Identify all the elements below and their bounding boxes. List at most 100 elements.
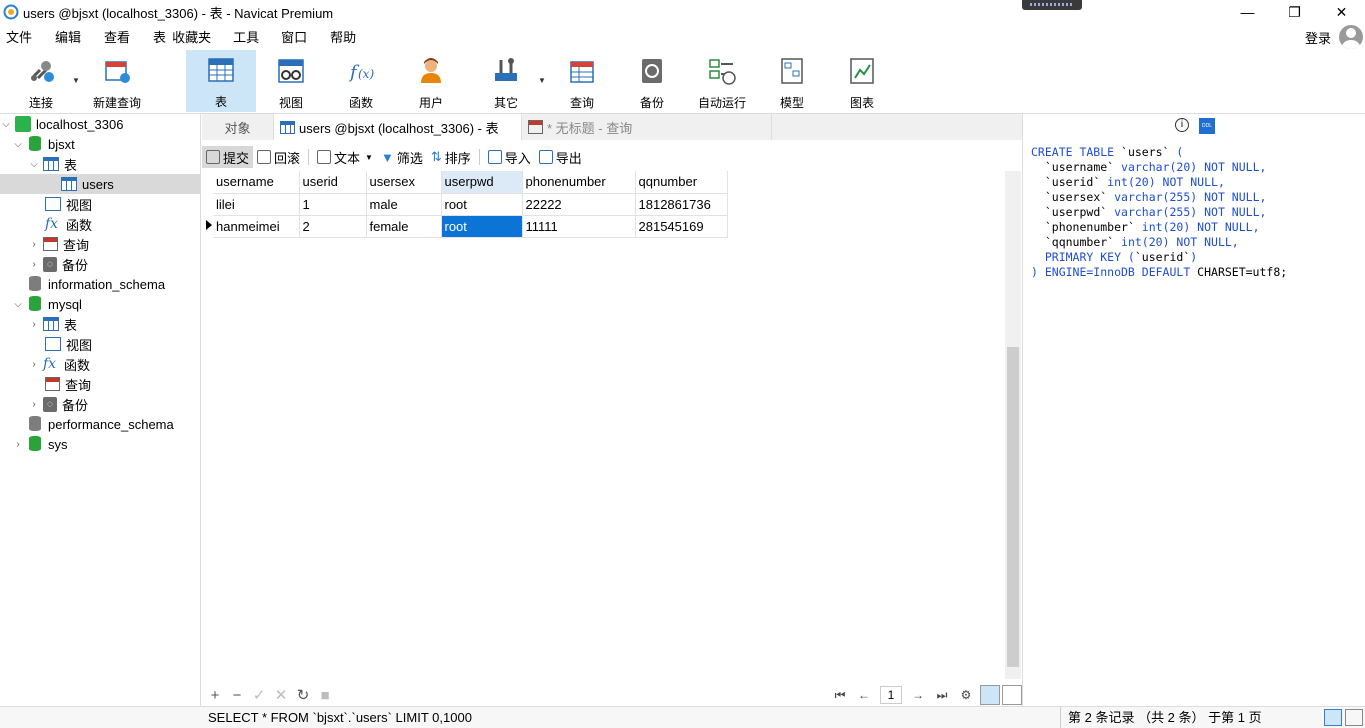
toolbar-query-button[interactable]: 查询 bbox=[549, 51, 615, 111]
expand-arrow-icon[interactable]: › bbox=[28, 359, 40, 370]
tree-item-bjsxt-backups[interactable]: › ◌ 备份 bbox=[0, 254, 200, 274]
table-row[interactable]: hanmeimei 2 female root 11111 281545169 bbox=[213, 215, 728, 238]
import-button[interactable]: 导入 bbox=[484, 146, 535, 168]
toolbar-user-button[interactable]: 用户 bbox=[398, 51, 464, 111]
toolbar-other-button[interactable]: 其它 bbox=[473, 51, 539, 111]
table-cell[interactable]: 281545169 bbox=[635, 215, 728, 238]
last-page-icon[interactable]: ⏭ bbox=[930, 688, 954, 703]
expand-arrow-icon[interactable]: › bbox=[28, 239, 40, 250]
collapse-arrow-icon[interactable]: ⌵ bbox=[28, 159, 40, 170]
menu-edit[interactable]: 编辑 bbox=[49, 27, 87, 46]
tree-item-bjsxt-functions[interactable]: fx 函数 bbox=[0, 214, 200, 234]
sort-button[interactable]: ⇅ 排序 bbox=[427, 146, 475, 168]
tree-item-bjsxt-views[interactable]: 视图 bbox=[0, 194, 200, 214]
tree-item-bjsxt[interactable]: ⌵ bjsxt bbox=[0, 134, 200, 154]
grid-view-icon[interactable] bbox=[980, 685, 1000, 705]
table-cell[interactable]: 2 bbox=[299, 215, 367, 238]
toolbar-table-button[interactable]: 表 bbox=[186, 50, 256, 112]
table-cell[interactable]: male bbox=[366, 193, 442, 216]
filter-button[interactable]: ▼ 筛选 bbox=[377, 146, 427, 168]
toolbar-connect-button[interactable]: 连接 bbox=[8, 51, 74, 111]
column-header-phonenumber[interactable]: phonenumber bbox=[522, 171, 636, 194]
tree-item-mysql[interactable]: ⌵ mysql bbox=[0, 294, 200, 314]
tree-item-performance-schema[interactable]: performance_schema bbox=[0, 414, 200, 434]
tree-item-bjsxt-tables[interactable]: ⌵ 表 bbox=[0, 154, 200, 174]
tree-item-bjsxt-queries[interactable]: › 查询 bbox=[0, 234, 200, 254]
text-button[interactable]: 文本 ▼ bbox=[313, 146, 377, 168]
column-header-usersex[interactable]: usersex bbox=[366, 171, 442, 194]
page-number-input[interactable]: 1 bbox=[880, 686, 902, 704]
discard-changes-icon[interactable]: ✕ bbox=[270, 686, 292, 704]
connect-dropdown-arrow-icon[interactable]: ▼ bbox=[72, 76, 80, 85]
restore-button[interactable]: ❐ bbox=[1271, 0, 1318, 24]
collapse-arrow-icon[interactable]: ⌵ bbox=[12, 139, 24, 150]
apply-changes-icon[interactable]: ✓ bbox=[248, 686, 270, 704]
table-row[interactable]: lilei 1 male root 22222 1812861736 bbox=[213, 193, 728, 216]
toolbar-backup-button[interactable]: 备份 bbox=[619, 51, 685, 111]
column-header-userpwd[interactable]: userpwd bbox=[441, 171, 523, 194]
minimize-button[interactable]: — bbox=[1224, 0, 1271, 24]
expand-arrow-icon[interactable]: › bbox=[28, 399, 40, 410]
other-dropdown-arrow-icon[interactable]: ▼ bbox=[538, 76, 546, 85]
tree-item-mysql-views[interactable]: 视图 bbox=[0, 334, 200, 354]
table-cell[interactable]: 11111 bbox=[522, 215, 636, 238]
tab-objects[interactable]: 对象 bbox=[202, 114, 274, 140]
toolbar-function-button[interactable]: f (x) 函数 bbox=[328, 51, 394, 111]
table-cell[interactable]: 22222 bbox=[522, 193, 636, 216]
tree-item-mysql-tables[interactable]: › 表 bbox=[0, 314, 200, 334]
ddl-icon[interactable]: DDL bbox=[1199, 118, 1215, 134]
collapse-arrow-icon[interactable]: ⌵ bbox=[0, 119, 12, 130]
menu-help[interactable]: 帮助 bbox=[324, 27, 362, 46]
tree-item-localhost[interactable]: ⌵ localhost_3306 bbox=[0, 114, 200, 134]
table-cell[interactable]: lilei bbox=[213, 193, 300, 216]
avatar[interactable] bbox=[1339, 25, 1363, 49]
collapse-arrow-icon[interactable]: ⌵ bbox=[12, 299, 24, 310]
tree-item-mysql-backups[interactable]: › ◌ 备份 bbox=[0, 394, 200, 414]
toolbar-new-query-button[interactable]: 新建查询 bbox=[84, 51, 150, 111]
table-cell[interactable]: root bbox=[441, 193, 523, 216]
expand-arrow-icon[interactable]: › bbox=[12, 439, 24, 450]
add-record-icon[interactable]: + bbox=[204, 687, 226, 704]
tree-item-users[interactable]: users bbox=[0, 174, 200, 194]
expand-arrow-icon[interactable]: › bbox=[28, 259, 40, 270]
table-cell[interactable]: 1 bbox=[299, 193, 367, 216]
tree-item-mysql-queries[interactable]: 查询 bbox=[0, 374, 200, 394]
menu-file[interactable]: 文件 bbox=[0, 27, 38, 46]
tree-item-sys[interactable]: › sys bbox=[0, 434, 200, 454]
table-cell-selected[interactable]: root bbox=[441, 215, 523, 238]
column-header-username[interactable]: username bbox=[213, 171, 300, 194]
next-page-icon[interactable]: → bbox=[906, 688, 930, 702]
close-button[interactable]: ✕ bbox=[1318, 0, 1365, 24]
left-panel-toggle-icon[interactable] bbox=[1324, 709, 1342, 726]
toolbar-view-button[interactable]: 视图 bbox=[258, 51, 324, 111]
toolbar-chart-button[interactable]: 图表 bbox=[829, 51, 895, 111]
tree-item-information-schema[interactable]: information_schema bbox=[0, 274, 200, 294]
column-header-userid[interactable]: userid bbox=[299, 171, 367, 194]
stop-icon[interactable]: ■ bbox=[314, 687, 336, 704]
table-cell[interactable]: female bbox=[366, 215, 442, 238]
expand-arrow-icon[interactable]: › bbox=[28, 319, 40, 330]
tab-untitled-query[interactable]: * 无标题 - 查询 bbox=[522, 114, 772, 140]
menu-window[interactable]: 窗口 bbox=[275, 27, 313, 46]
login-link[interactable]: 登录 bbox=[1305, 28, 1331, 47]
vertical-scrollbar[interactable] bbox=[1005, 171, 1021, 679]
table-cell[interactable]: hanmeimei bbox=[213, 215, 300, 238]
previous-page-icon[interactable]: ← bbox=[852, 688, 876, 702]
gear-icon[interactable]: ⚙ bbox=[954, 688, 978, 702]
refresh-icon[interactable]: ↻ bbox=[292, 686, 314, 704]
column-header-qqnumber[interactable]: qqnumber bbox=[635, 171, 728, 194]
tree-item-mysql-functions[interactable]: › fx 函数 bbox=[0, 354, 200, 374]
menu-view[interactable]: 查看 bbox=[98, 27, 136, 46]
right-panel-toggle-icon[interactable] bbox=[1345, 709, 1363, 726]
info-icon[interactable]: i bbox=[1175, 118, 1189, 132]
menu-table[interactable]: 表 bbox=[147, 27, 172, 46]
table-cell[interactable]: 1812861736 bbox=[635, 193, 728, 216]
form-view-icon[interactable] bbox=[1002, 685, 1022, 705]
export-button[interactable]: 导出 bbox=[535, 146, 586, 168]
menu-favorites[interactable]: 收藏夹 bbox=[172, 27, 217, 46]
tab-users-table[interactable]: users @bjsxt (localhost_3306) - 表 bbox=[274, 114, 522, 140]
menu-tools[interactable]: 工具 bbox=[227, 27, 265, 46]
delete-record-icon[interactable]: − bbox=[226, 687, 248, 704]
first-page-icon[interactable]: ⏮ bbox=[828, 688, 852, 703]
commit-button[interactable]: 提交 bbox=[202, 146, 254, 168]
